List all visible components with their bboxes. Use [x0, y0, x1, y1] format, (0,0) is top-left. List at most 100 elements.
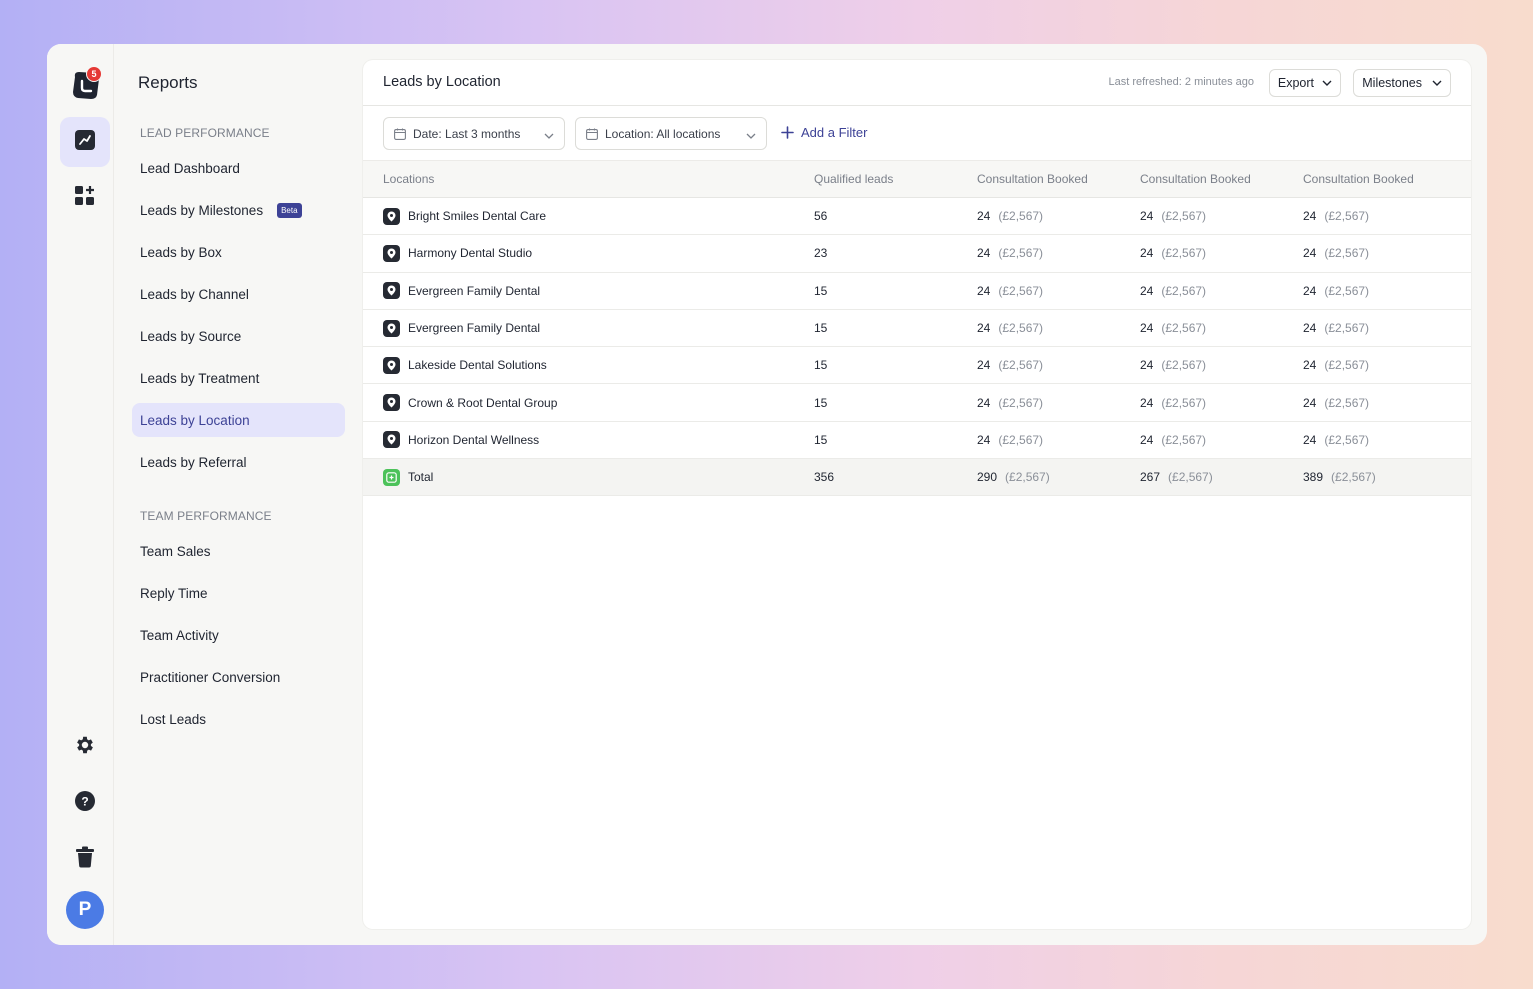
- location-filter[interactable]: Location: All locations: [575, 117, 767, 150]
- consultation-booked-cell: 24 (£2,567): [1303, 309, 1471, 348]
- qualified-leads-value: 15: [814, 432, 828, 447]
- table-row[interactable]: Bright Smiles Dental Care 56 24 (£2,567) 24 (…: [363, 197, 1471, 236]
- amount-value: (£2,567): [1324, 283, 1370, 298]
- amount-value: (£2,567): [998, 395, 1044, 410]
- count-value: 24: [1303, 395, 1317, 410]
- sidebar-item-lost-leads[interactable]: Lost Leads: [132, 702, 345, 736]
- column-header-consultation-booked[interactable]: Consultation Booked: [977, 160, 1140, 198]
- count-value: 24: [977, 395, 991, 410]
- consultation-booked-cell: 24 (£2,567): [1303, 234, 1471, 273]
- apps-nav-button[interactable]: [60, 173, 110, 223]
- consultation-booked-cell: 389 (£2,567): [1303, 458, 1471, 497]
- sidebar-item-reply-time[interactable]: Reply Time: [132, 576, 345, 610]
- settings-button[interactable]: [60, 722, 110, 772]
- location-pin-icon: [383, 207, 400, 225]
- sidebar-item-label: Leads by Treatment: [140, 370, 260, 386]
- reports-nav-button[interactable]: [60, 117, 110, 167]
- count-value: 24: [1303, 283, 1317, 298]
- amount-value: (£2,567): [1005, 470, 1050, 485]
- consultation-booked-cell: 24 (£2,567): [977, 197, 1140, 236]
- consultation-booked-cell: 24 (£2,567): [977, 272, 1140, 310]
- help-button[interactable]: ?: [60, 778, 110, 828]
- export-button[interactable]: Export: [1268, 69, 1341, 97]
- table-total-row[interactable]: Total 356 290 (£2,567) 267 (£2,567) 389 (£2,567…: [363, 458, 1471, 497]
- chevron-down-icon: [1322, 80, 1332, 86]
- user-avatar[interactable]: P: [66, 891, 104, 929]
- consultation-booked-cell: 24 (£2,567): [1140, 383, 1303, 422]
- sidebar-title: Reports: [138, 73, 198, 92]
- table-header-row: Locations Qualified leads Consultation B…: [363, 160, 1471, 198]
- table-row[interactable]: Evergreen Family Dental 15 24 (£2,567) 24 (£2…: [363, 309, 1471, 348]
- reports-sidebar: Reports LEAD PERFORMANCE Lead Dashboard …: [114, 44, 363, 945]
- apps-add-icon: [74, 185, 96, 212]
- consultation-booked-cell: 24 (£2,567): [1140, 272, 1303, 310]
- amount-value: (£2,567): [1324, 358, 1370, 373]
- table-row[interactable]: Lakeside Dental Solutions 15 24 (£2,567) 24 (…: [363, 346, 1471, 385]
- sidebar-item-label: Team Activity: [140, 627, 219, 643]
- amount-value: (£2,567): [1161, 358, 1207, 373]
- location-pin-icon: [383, 282, 400, 300]
- sidebar-item-label: Lost Leads: [140, 711, 207, 727]
- table-row[interactable]: Evergreen Family Dental 15 24 (£2,567) 24 (£2…: [363, 272, 1471, 310]
- add-filter-button[interactable]: Add a Filter: [781, 125, 867, 140]
- sidebar-item-leads-by-referral[interactable]: Leads by Referral: [132, 445, 345, 479]
- consultation-booked-cell: 290 (£2,567): [977, 458, 1140, 497]
- sidebar-item-label: Leads by Referral: [140, 454, 247, 470]
- amount-value: (£2,567): [998, 321, 1044, 336]
- page-title: Leads by Location: [383, 74, 501, 90]
- amount-value: (£2,567): [1161, 321, 1207, 336]
- column-header-qualified-leads[interactable]: Qualified leads: [814, 160, 977, 198]
- sidebar-item-label: Team Sales: [140, 543, 211, 559]
- location-cell: Crown & Root Dental Group: [363, 383, 814, 422]
- count-value: 24: [1140, 358, 1154, 373]
- chevron-down-icon: [1432, 80, 1442, 86]
- column-header-consultation-booked[interactable]: Consultation Booked: [1140, 160, 1303, 198]
- sidebar-item-team-sales[interactable]: Team Sales: [132, 534, 345, 568]
- table-row[interactable]: Harmony Dental Studio 23 24 (£2,567) 24 (£2,5…: [363, 234, 1471, 273]
- location-cell: Harmony Dental Studio: [363, 234, 814, 273]
- table-row[interactable]: Crown & Root Dental Group 15 24 (£2,567) 24 (…: [363, 383, 1471, 422]
- date-filter[interactable]: Date: Last 3 months: [383, 117, 565, 150]
- location-name: Evergreen Family Dental: [408, 283, 541, 298]
- sidebar-item-leads-by-milestones[interactable]: Leads by Milestones Beta: [132, 193, 345, 227]
- sidebar-item-leads-by-box[interactable]: Leads by Box: [132, 235, 345, 269]
- location-pin-icon: [383, 244, 400, 262]
- consultation-booked-cell: 24 (£2,567): [977, 421, 1140, 460]
- sidebar-item-practitioner-conversion[interactable]: Practitioner Conversion: [132, 660, 345, 694]
- trash-button[interactable]: [60, 834, 110, 884]
- icon-rail: 5 ? P: [47, 44, 114, 945]
- location-pin-icon: [383, 356, 400, 374]
- beta-badge: Beta: [277, 202, 302, 218]
- consultation-booked-cell: 24 (£2,567): [1303, 272, 1471, 310]
- count-value: 24: [1303, 432, 1317, 447]
- table-row[interactable]: Horizon Dental Wellness 15 24 (£2,567) 24 (£2…: [363, 421, 1471, 460]
- location-cell: Lakeside Dental Solutions: [363, 346, 814, 385]
- sidebar-item-leads-by-channel[interactable]: Leads by Channel: [132, 277, 345, 311]
- consultation-booked-cell: 24 (£2,567): [977, 234, 1140, 273]
- last-refreshed-text: Last refreshed: 2 minutes ago: [1108, 76, 1254, 88]
- sidebar-item-leads-by-source[interactable]: Leads by Source: [132, 319, 345, 353]
- calendar-icon: [394, 128, 406, 140]
- trash-icon: [75, 846, 95, 873]
- qualified-leads-value: 15: [814, 358, 828, 373]
- sidebar-item-team-activity[interactable]: Team Activity: [132, 618, 345, 652]
- amount-value: (£2,567): [1324, 395, 1370, 410]
- sidebar-item-leads-by-location[interactable]: Leads by Location: [132, 403, 345, 437]
- sidebar-item-lead-dashboard[interactable]: Lead Dashboard: [132, 151, 345, 185]
- qualified-leads-cell: 15: [814, 346, 977, 385]
- consultation-booked-cell: 24 (£2,567): [977, 346, 1140, 385]
- column-header-consultation-booked[interactable]: Consultation Booked: [1303, 160, 1471, 198]
- location-name: Bright Smiles Dental Care: [408, 209, 547, 224]
- count-value: 24: [1303, 246, 1317, 261]
- consultation-booked-cell: 24 (£2,567): [1303, 346, 1471, 385]
- count-value: 24: [1140, 246, 1154, 261]
- milestones-dropdown[interactable]: Milestones: [1353, 69, 1451, 97]
- count-value: 24: [977, 246, 991, 261]
- column-header-locations[interactable]: Locations: [363, 160, 814, 198]
- report-header: Leads by Location Last refreshed: 2 minu…: [363, 60, 1471, 106]
- amount-value: (£2,567): [1168, 470, 1213, 485]
- sidebar-item-leads-by-treatment[interactable]: Leads by Treatment: [132, 361, 345, 395]
- app-window: 5 ? P Reports LEAD PERFORMANCE Lead Dash…: [47, 44, 1487, 945]
- amount-value: (£2,567): [1161, 432, 1207, 447]
- section-heading-lead-performance: LEAD PERFORMANCE: [140, 126, 270, 140]
